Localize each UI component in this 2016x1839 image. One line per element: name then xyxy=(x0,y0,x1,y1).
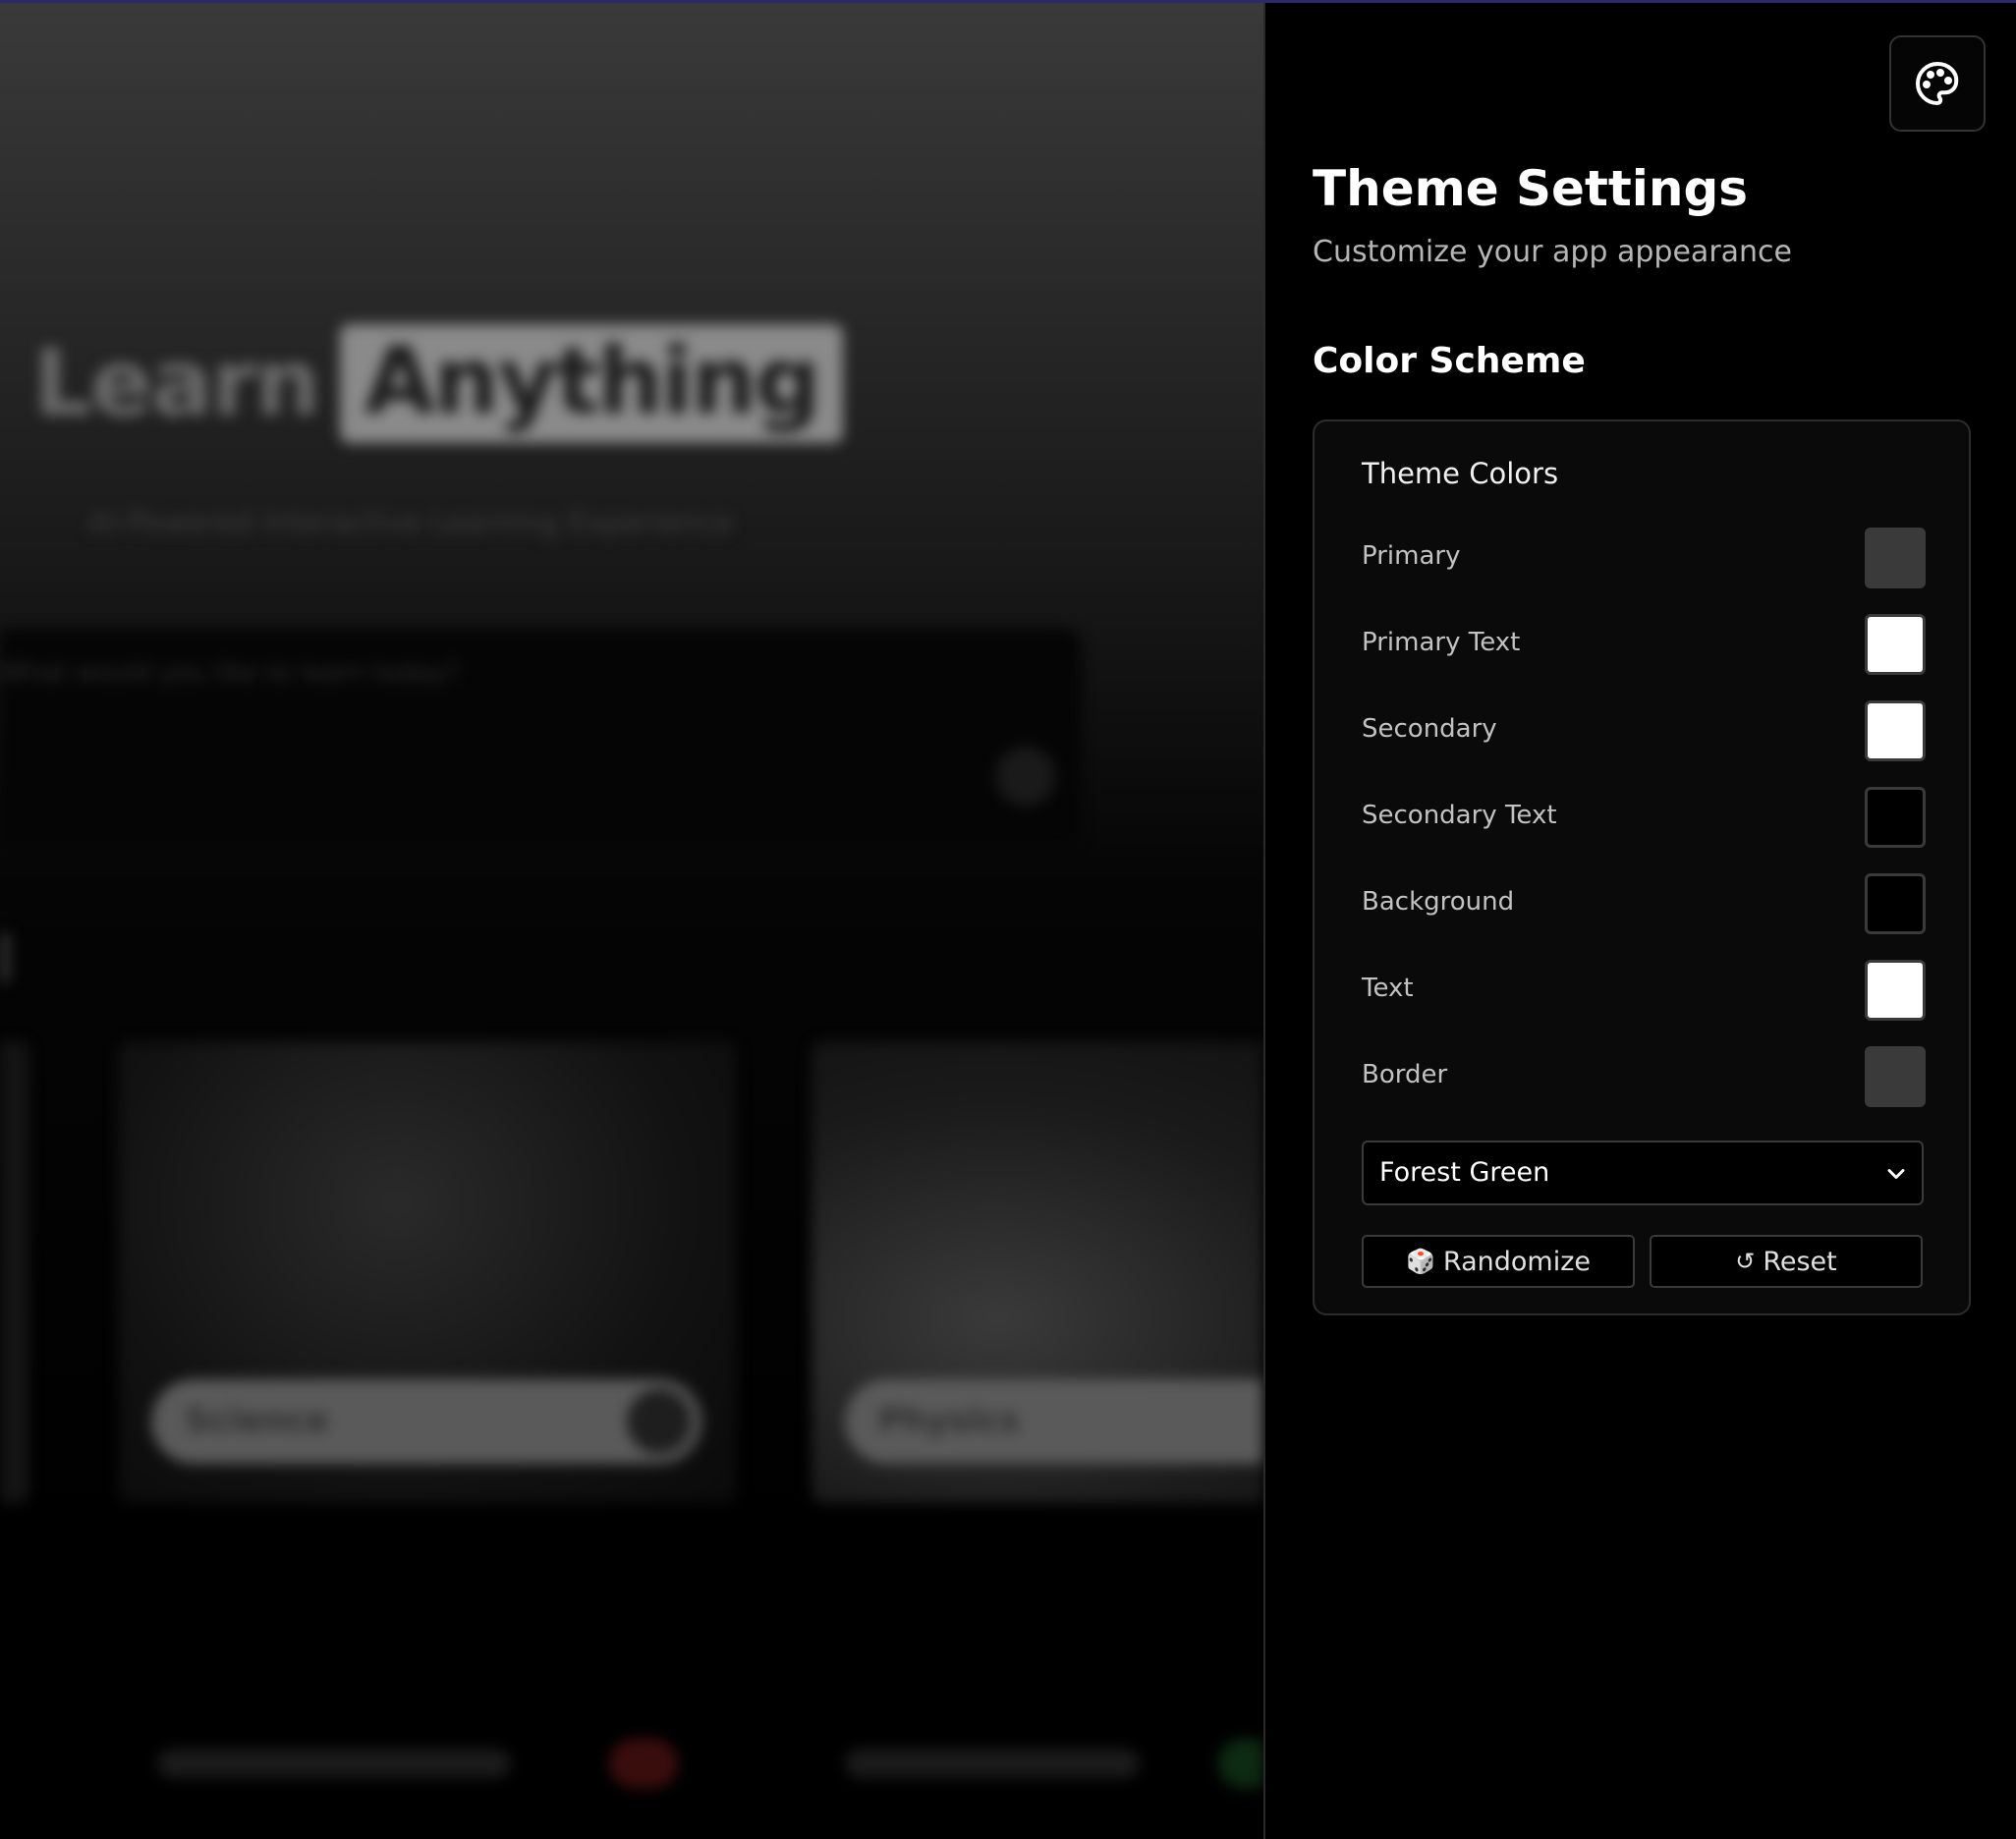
color-row-primary: Primary xyxy=(1362,528,1926,588)
hero-word-learn: Learn xyxy=(33,330,320,437)
theme-preset-select[interactable]: Forest Green xyxy=(1362,1141,1924,1205)
bottom-row xyxy=(98,1680,1263,1837)
bottom-item xyxy=(845,1749,1140,1778)
app-window: Learn Anything AI-Powered Interactive Le… xyxy=(0,0,2016,1839)
reset-label: Reset xyxy=(1763,1246,1837,1277)
hero-word-anything: Anything xyxy=(340,324,843,443)
theme-colors-card: Theme Colors Primary Primary Text Second… xyxy=(1313,419,1971,1315)
topic-card-science[interactable]: Science xyxy=(118,1041,737,1503)
color-swatch-primary[interactable] xyxy=(1865,528,1926,588)
color-row-primary-text: Primary Text xyxy=(1362,614,1926,675)
color-row-background: Background xyxy=(1362,873,1926,934)
hero-title: Learn Anything xyxy=(33,324,843,443)
status-dot-red xyxy=(609,1739,678,1788)
reset-button[interactable]: ↺ Reset xyxy=(1650,1235,1923,1288)
arrow-button[interactable] xyxy=(627,1389,692,1454)
color-swatch-background[interactable] xyxy=(1865,873,1926,934)
theme-colors-heading: Theme Colors xyxy=(1362,457,1559,490)
palette-toggle-button[interactable] xyxy=(1889,35,1986,132)
color-label: Primary xyxy=(1362,541,1461,571)
color-row-text: Text xyxy=(1362,960,1926,1021)
randomize-label: Randomize xyxy=(1442,1246,1591,1277)
color-swatch-border[interactable] xyxy=(1865,1046,1926,1107)
color-swatch-secondary[interactable] xyxy=(1865,700,1926,761)
hero-subtitle: AI-Powered Interactive Learning Experien… xyxy=(88,506,733,540)
topic-pill[interactable]: Physics xyxy=(845,1379,1263,1464)
color-label: Primary Text xyxy=(1362,628,1521,657)
color-row-border: Border xyxy=(1362,1046,1926,1107)
color-swatch-primary-text[interactable] xyxy=(1865,614,1926,675)
color-label: Border xyxy=(1362,1060,1448,1089)
send-button[interactable] xyxy=(996,747,1055,806)
theme-settings-panel: Theme Settings Customize your app appear… xyxy=(1263,3,2016,1839)
background-app: Learn Anything AI-Powered Interactive Le… xyxy=(0,0,1263,1839)
color-label: Secondary xyxy=(1362,714,1497,744)
color-row-secondary: Secondary xyxy=(1362,700,1926,761)
reset-icon: ↺ xyxy=(1735,1248,1756,1275)
section-title-color-scheme: Color Scheme xyxy=(1313,341,1586,381)
section-heading xyxy=(0,933,10,982)
color-row-secondary-text: Secondary Text xyxy=(1362,787,1926,848)
color-label: Secondary Text xyxy=(1362,801,1557,830)
topic-label: Science xyxy=(185,1401,329,1440)
panel-title: Theme Settings xyxy=(1313,160,1749,217)
search-placeholder: What would you like to learn today? xyxy=(0,658,460,688)
panel-subtitle: Customize your app appearance xyxy=(1313,235,1792,269)
randomize-button[interactable]: 🎲 Randomize xyxy=(1362,1235,1635,1288)
theme-preset-value: Forest Green xyxy=(1379,1157,1550,1188)
color-label: Text xyxy=(1362,974,1414,1003)
search-box[interactable]: What would you like to learn today? xyxy=(0,629,1081,845)
bottom-item xyxy=(157,1749,511,1778)
dice-icon: 🎲 xyxy=(1406,1248,1435,1275)
chevron-down-icon xyxy=(1887,1169,1905,1179)
status-dot-green xyxy=(1218,1739,1263,1788)
topic-card[interactable] xyxy=(0,1041,29,1503)
palette-icon xyxy=(1916,62,1959,105)
topic-pill[interactable]: Science xyxy=(151,1379,701,1464)
topic-card-physics[interactable]: Physics xyxy=(812,1041,1263,1503)
color-label: Background xyxy=(1362,887,1515,917)
color-swatch-secondary-text[interactable] xyxy=(1865,787,1926,848)
color-swatch-text[interactable] xyxy=(1865,960,1926,1021)
topic-label: Physics xyxy=(878,1401,1020,1440)
